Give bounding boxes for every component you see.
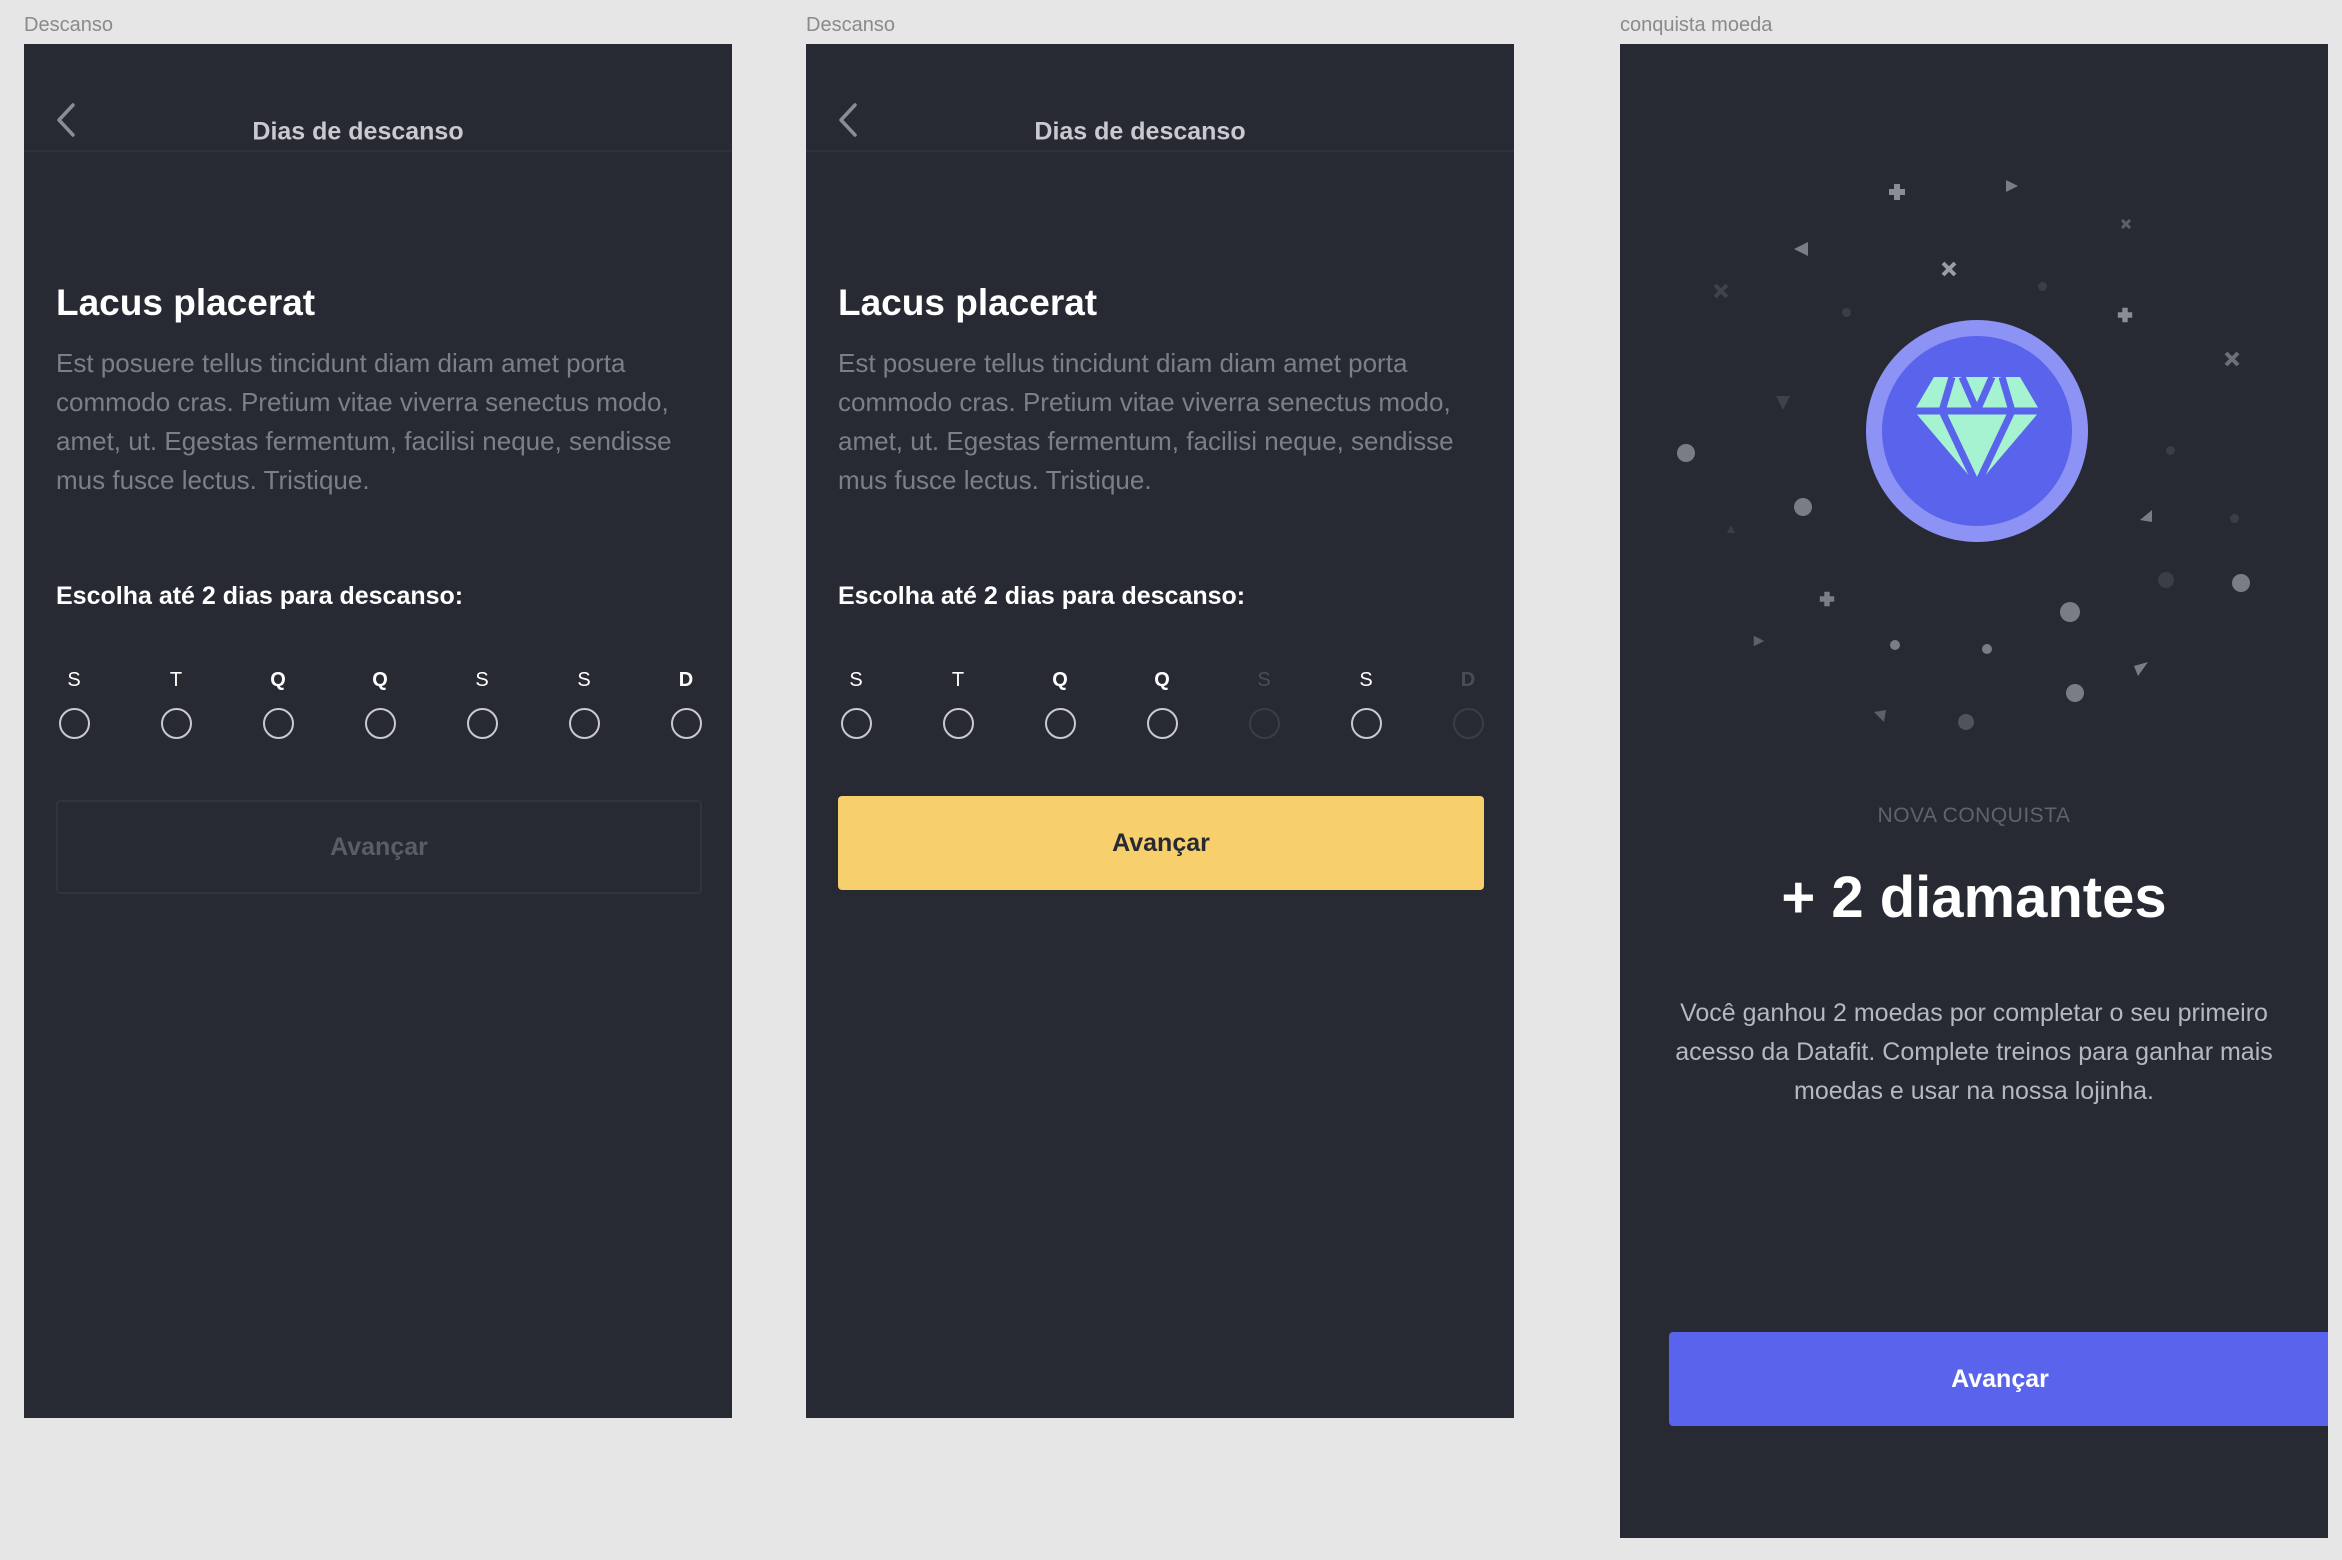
day-option[interactable]: Q xyxy=(1040,668,1080,739)
advance-button[interactable]: Avançar xyxy=(1669,1332,2328,1426)
rest-days-screen-selected: Dias de descanso Lacus placerat Est posu… xyxy=(806,44,1514,1418)
cross-decoration xyxy=(1941,261,1957,277)
triangle-decoration xyxy=(2140,510,2152,522)
triangle-decoration xyxy=(1874,710,1886,722)
day-option[interactable]: S xyxy=(836,668,876,739)
day-option[interactable]: S xyxy=(564,668,604,739)
rest-days-screen-unselected: Dias de descanso Lacus placerat Est posu… xyxy=(24,44,732,1418)
plus-decoration xyxy=(1819,591,1835,607)
day-option[interactable]: S xyxy=(1346,668,1386,739)
day-radio-disabled xyxy=(1452,708,1484,739)
cross-decoration xyxy=(2120,218,2132,230)
dot-decoration xyxy=(1890,640,1900,650)
day-radio[interactable] xyxy=(262,708,294,739)
header-title: Dias de descanso xyxy=(1034,117,1246,146)
day-letter: Q xyxy=(1052,669,1068,691)
day-letter: Q xyxy=(1154,669,1170,691)
day-radio[interactable] xyxy=(364,708,396,739)
header-title: Dias de descanso xyxy=(252,117,464,146)
day-option-disabled: S xyxy=(1244,668,1284,739)
day-option[interactable]: Q xyxy=(258,668,298,739)
day-letter: S xyxy=(475,669,489,691)
day-letter: S xyxy=(577,669,591,691)
day-letter: D xyxy=(1460,669,1476,691)
cross-decoration xyxy=(1713,283,1729,299)
dot-decoration xyxy=(2230,514,2239,523)
day-letter: S xyxy=(1257,669,1271,691)
achievement-title: + 2 diamantes xyxy=(1781,865,2167,930)
rest-days-prompt: Escolha até 2 dias para descanso: xyxy=(838,582,1246,610)
dot-decoration xyxy=(2166,446,2175,455)
badge-inner xyxy=(1882,336,2072,526)
day-letter: T xyxy=(169,669,183,691)
confetti-area xyxy=(1620,44,2328,764)
day-letter: S xyxy=(67,669,81,691)
day-option[interactable]: S xyxy=(462,668,502,739)
dot-decoration xyxy=(1677,444,1695,462)
day-radio[interactable] xyxy=(942,708,974,739)
weekday-selector: S T Q Q S S D xyxy=(52,668,706,739)
achievement-screen: NOVA CONQUISTA + 2 diamantes Você ganhou… xyxy=(1620,44,2328,1538)
day-radio[interactable] xyxy=(466,708,498,739)
diamond-icon xyxy=(1914,375,2040,487)
day-option[interactable]: T xyxy=(938,668,978,739)
day-radio[interactable] xyxy=(160,708,192,739)
day-letter: T xyxy=(951,669,965,691)
header: Dias de descanso xyxy=(24,44,732,152)
page-title: Lacus placerat xyxy=(838,282,1098,323)
triangle-decoration xyxy=(2134,662,2148,676)
dot-decoration xyxy=(1982,644,1992,654)
rest-days-prompt: Escolha até 2 dias para descanso: xyxy=(56,582,464,610)
day-option[interactable]: S xyxy=(54,668,94,739)
day-radio[interactable] xyxy=(1146,708,1178,739)
day-letter: S xyxy=(849,669,863,691)
day-radio[interactable] xyxy=(840,708,872,739)
description: Est posuere tellus tincidunt diam diam a… xyxy=(838,348,1454,495)
triangle-decoration xyxy=(2006,180,2018,192)
achievement-badge xyxy=(1866,320,2088,542)
day-radio[interactable] xyxy=(1044,708,1076,739)
day-option[interactable]: Q xyxy=(360,668,400,739)
day-letter: S xyxy=(1359,669,1373,691)
triangle-decoration xyxy=(1794,242,1808,256)
dot-decoration xyxy=(2066,684,2084,702)
day-option-disabled: D xyxy=(1448,668,1488,739)
dot-decoration xyxy=(1842,308,1851,317)
day-option[interactable]: Q xyxy=(1142,668,1182,739)
day-radio[interactable] xyxy=(670,708,702,739)
advance-button-disabled[interactable]: Avançar xyxy=(56,800,702,894)
dot-decoration xyxy=(2060,602,2080,622)
design-canvas: Descanso Dias de descanso Lacus placerat… xyxy=(0,0,2342,1560)
achievement-kicker: NOVA CONQUISTA xyxy=(1877,804,2071,827)
header: Dias de descanso xyxy=(806,44,1514,152)
day-radio[interactable] xyxy=(568,708,600,739)
dot-decoration xyxy=(1958,714,1974,730)
day-radio[interactable] xyxy=(58,708,90,739)
description: Est posuere tellus tincidunt diam diam a… xyxy=(56,348,672,495)
weekday-selector: S T Q Q S S D xyxy=(834,668,1488,739)
frame-label: Descanso xyxy=(806,14,895,36)
dot-decoration xyxy=(2038,282,2047,291)
frame-label: Descanso xyxy=(24,14,113,36)
plus-decoration xyxy=(2117,307,2133,323)
day-letter: D xyxy=(678,669,694,691)
cross-decoration xyxy=(2224,351,2240,367)
day-letter: Q xyxy=(372,669,388,691)
triangle-decoration xyxy=(1727,525,1735,533)
day-radio[interactable] xyxy=(1350,708,1382,739)
plus-decoration xyxy=(1889,184,1905,200)
page-title: Lacus placerat xyxy=(56,282,316,323)
triangle-decoration xyxy=(1776,396,1790,410)
dot-decoration xyxy=(1794,498,1812,516)
dot-decoration xyxy=(2232,574,2250,592)
day-option[interactable]: T xyxy=(156,668,196,739)
achievement-description: Você ganhou 2 moedas por completar o seu… xyxy=(1675,999,2273,1105)
advance-button[interactable]: Avançar xyxy=(838,796,1484,890)
day-option[interactable]: D xyxy=(666,668,706,739)
day-letter: Q xyxy=(270,669,286,691)
triangle-decoration xyxy=(1753,635,1765,647)
dot-decoration xyxy=(2158,572,2174,588)
frame-label: conquista moeda xyxy=(1620,14,1773,36)
day-radio-disabled xyxy=(1248,708,1280,739)
